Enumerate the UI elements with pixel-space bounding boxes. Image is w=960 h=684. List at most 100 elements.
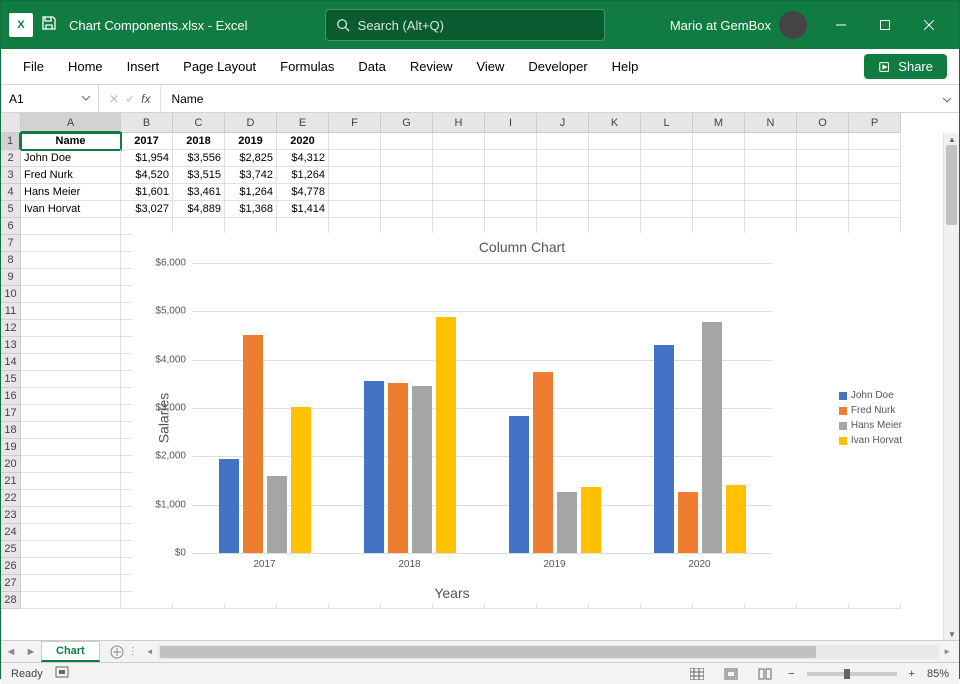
- cell[interactable]: [849, 167, 901, 184]
- cell[interactable]: [21, 524, 121, 541]
- cell[interactable]: [485, 201, 537, 218]
- cell[interactable]: [381, 150, 433, 167]
- cell[interactable]: [589, 133, 641, 150]
- bar[interactable]: [533, 372, 553, 553]
- ribbon-tab-formulas[interactable]: Formulas: [270, 53, 344, 80]
- cell[interactable]: [537, 167, 589, 184]
- ribbon-tab-help[interactable]: Help: [602, 53, 649, 80]
- cell[interactable]: $4,889: [173, 201, 225, 218]
- search-input[interactable]: Search (Alt+Q): [325, 9, 605, 41]
- cell[interactable]: [433, 167, 485, 184]
- row-header[interactable]: 19: [1, 439, 21, 456]
- ribbon-tab-data[interactable]: Data: [348, 53, 395, 80]
- row-header[interactable]: 10: [1, 286, 21, 303]
- cell[interactable]: [21, 558, 121, 575]
- bar[interactable]: [678, 492, 698, 553]
- cell[interactable]: [849, 133, 901, 150]
- column-header[interactable]: J: [537, 113, 589, 133]
- row-header[interactable]: 23: [1, 507, 21, 524]
- legend-item[interactable]: John Doe: [839, 390, 902, 401]
- maximize-button[interactable]: [863, 1, 907, 49]
- zoom-level[interactable]: 85%: [927, 668, 949, 680]
- cell[interactable]: [21, 388, 121, 405]
- cell[interactable]: [693, 167, 745, 184]
- legend-item[interactable]: Hans Meier: [839, 420, 902, 431]
- cell[interactable]: $3,742: [225, 167, 277, 184]
- row-header[interactable]: 21: [1, 473, 21, 490]
- cell[interactable]: 2020: [277, 133, 329, 150]
- avatar[interactable]: [779, 11, 807, 39]
- cell[interactable]: [21, 490, 121, 507]
- cell[interactable]: [641, 133, 693, 150]
- cell[interactable]: [589, 201, 641, 218]
- row-header[interactable]: 20: [1, 456, 21, 473]
- cell[interactable]: [433, 150, 485, 167]
- cell[interactable]: $3,556: [173, 150, 225, 167]
- cell[interactable]: [21, 371, 121, 388]
- cell[interactable]: $1,414: [277, 201, 329, 218]
- row-header[interactable]: 27: [1, 575, 21, 592]
- cell[interactable]: [485, 133, 537, 150]
- cell[interactable]: [485, 167, 537, 184]
- zoom-slider[interactable]: [807, 672, 897, 676]
- column-header[interactable]: L: [641, 113, 693, 133]
- cell[interactable]: $4,778: [277, 184, 329, 201]
- cell[interactable]: $4,520: [121, 167, 173, 184]
- horizontal-scrollbar[interactable]: ⋮ ◄ ►: [128, 645, 959, 659]
- cell[interactable]: [641, 150, 693, 167]
- ribbon-tab-developer[interactable]: Developer: [518, 53, 597, 80]
- cell[interactable]: [745, 133, 797, 150]
- cell[interactable]: [21, 575, 121, 592]
- cell[interactable]: [589, 184, 641, 201]
- cell[interactable]: $3,515: [173, 167, 225, 184]
- cell[interactable]: [797, 133, 849, 150]
- bar[interactable]: [702, 322, 722, 553]
- column-header[interactable]: D: [225, 113, 277, 133]
- cell[interactable]: $1,368: [225, 201, 277, 218]
- formula-input[interactable]: Name: [161, 85, 935, 112]
- row-header[interactable]: 8: [1, 252, 21, 269]
- bar[interactable]: [291, 407, 311, 553]
- cell[interactable]: 2018: [173, 133, 225, 150]
- bar[interactable]: [412, 386, 432, 553]
- cell[interactable]: $4,312: [277, 150, 329, 167]
- cell[interactable]: [745, 167, 797, 184]
- column-header[interactable]: C: [173, 113, 225, 133]
- cell[interactable]: [21, 303, 121, 320]
- cell[interactable]: [589, 167, 641, 184]
- cell[interactable]: [589, 150, 641, 167]
- ribbon-tab-view[interactable]: View: [466, 53, 514, 80]
- cell[interactable]: $2,825: [225, 150, 277, 167]
- cell[interactable]: $1,264: [277, 167, 329, 184]
- row-header[interactable]: 3: [1, 167, 21, 184]
- zoom-thumb[interactable]: [844, 669, 850, 679]
- bar[interactable]: [219, 459, 239, 553]
- column-header[interactable]: K: [589, 113, 641, 133]
- scroll-down-icon[interactable]: ▼: [944, 628, 960, 640]
- row-header[interactable]: 22: [1, 490, 21, 507]
- select-all-corner[interactable]: [1, 113, 21, 133]
- column-header[interactable]: E: [277, 113, 329, 133]
- view-page-break-icon[interactable]: [754, 665, 776, 683]
- row-header[interactable]: 11: [1, 303, 21, 320]
- h-scrollbar-thumb[interactable]: [160, 646, 816, 658]
- cell[interactable]: [797, 167, 849, 184]
- cell[interactable]: [849, 150, 901, 167]
- cell[interactable]: $1,601: [121, 184, 173, 201]
- row-header[interactable]: 26: [1, 558, 21, 575]
- column-header[interactable]: G: [381, 113, 433, 133]
- cell[interactable]: [537, 150, 589, 167]
- cell[interactable]: 2017: [121, 133, 173, 150]
- cell[interactable]: [381, 184, 433, 201]
- cell[interactable]: [849, 201, 901, 218]
- bar[interactable]: [509, 416, 529, 553]
- scroll-up-icon[interactable]: ▲: [944, 133, 960, 145]
- cell[interactable]: [329, 201, 381, 218]
- bar[interactable]: [726, 485, 746, 553]
- row-header[interactable]: 2: [1, 150, 21, 167]
- cell[interactable]: [693, 184, 745, 201]
- cell[interactable]: [21, 218, 121, 235]
- confirm-icon[interactable]: ✓: [125, 92, 135, 106]
- ribbon-tab-insert[interactable]: Insert: [117, 53, 170, 80]
- column-header[interactable]: O: [797, 113, 849, 133]
